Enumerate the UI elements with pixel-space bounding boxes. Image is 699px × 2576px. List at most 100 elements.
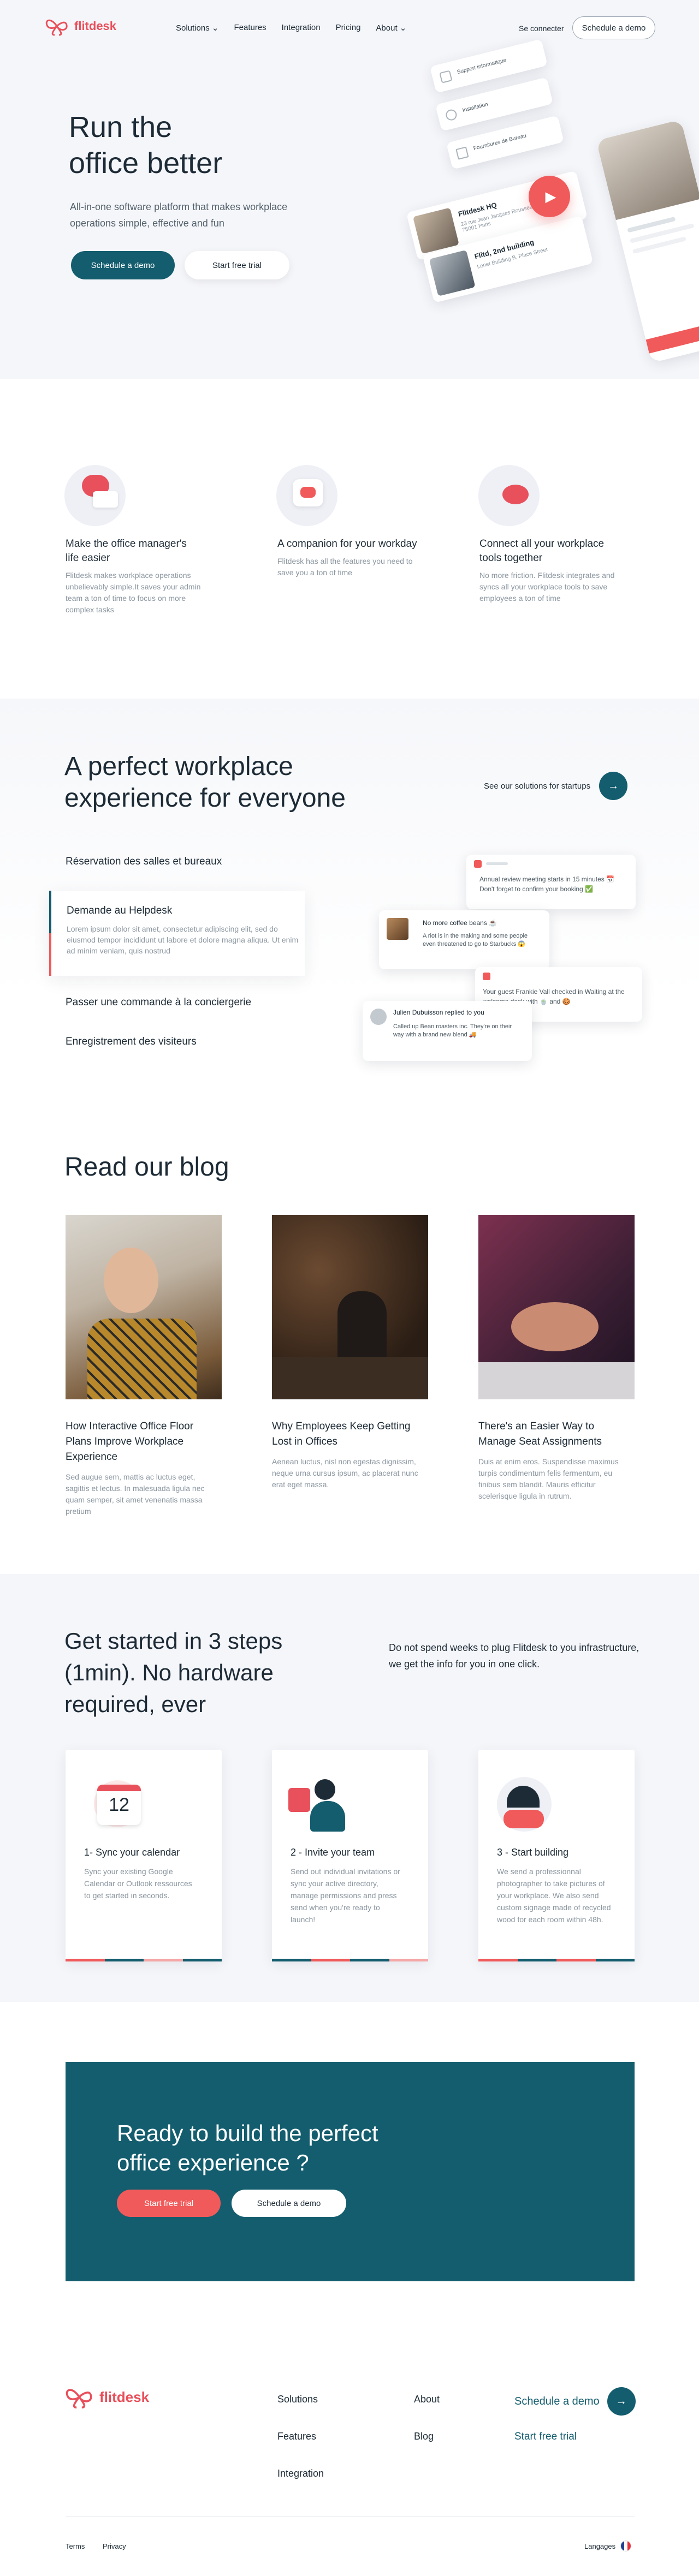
mock-menu-label: Installation	[461, 101, 489, 114]
blog-post-title: Why Employees Keep Getting Lost in Offic…	[272, 1421, 411, 1447]
step-text: We send a professionnal photographer to …	[497, 1867, 611, 1924]
footer-logo[interactable]: flitdesk	[63, 2384, 149, 2410]
badge-icon	[483, 973, 490, 980]
footer-link-about[interactable]: About	[414, 2394, 440, 2405]
step-text: Sync your existing Google Calendar or Ou…	[84, 1867, 192, 1900]
coffee-photo	[387, 918, 408, 940]
calendar-day: 12	[109, 1794, 129, 1815]
logo-icon	[45, 19, 68, 36]
mock-menu-label: Support informatique	[456, 57, 507, 76]
plug-icon	[502, 485, 529, 504]
active-indicator	[49, 891, 51, 976]
footer-link-integration[interactable]: Integration	[277, 2468, 324, 2479]
notification-card-coffee: No more coffee beans ☕ A riot is in the …	[379, 910, 549, 969]
brand-name: flitdesk	[74, 19, 117, 33]
nav-integration[interactable]: Integration	[282, 23, 321, 33]
footer-privacy[interactable]: Privacy	[103, 2542, 126, 2550]
nav-about-label: About	[376, 23, 398, 33]
arrow-right-icon: →	[607, 2387, 636, 2416]
nav-about[interactable]: About ⌄	[376, 23, 406, 33]
hands	[511, 1302, 599, 1351]
chevron-down-icon: ⌄	[211, 23, 219, 33]
blog-post-title: How Interactive Office Floor Plans Impro…	[66, 1421, 194, 1463]
cta-demo-button[interactable]: Schedule a demo	[232, 2190, 346, 2217]
room-photo	[429, 249, 476, 296]
footer-link-solutions[interactable]: Solutions	[277, 2394, 318, 2405]
blog-post-3[interactable]: There's an Easier Way to Manage Seat Ass…	[478, 1419, 627, 1502]
workplace-item-helpdesk-active[interactable]: Demande au Helpdesk Lorem ipsum dolor si…	[49, 891, 305, 976]
brand-logo[interactable]: flitdesk	[44, 15, 116, 37]
footer-demo-link[interactable]: Schedule a demo →	[514, 2387, 636, 2416]
feature-title: Connect all your workplace tools togethe…	[479, 538, 605, 564]
blog-image-2[interactable]	[272, 1215, 428, 1399]
person-body	[87, 1319, 197, 1399]
step-card-3: 3 - Start building We send a professionn…	[478, 1750, 635, 1961]
footer-divider	[66, 2516, 635, 2517]
nav-demo-button[interactable]: Schedule a demo	[572, 16, 655, 39]
login-link[interactable]: Se connecter	[519, 24, 564, 33]
hero-title-line1: Run the	[69, 111, 173, 144]
hero-demo-button[interactable]: Schedule a demo	[71, 251, 175, 279]
top-nav: flitdesk Solutions ⌄ Features Integratio…	[0, 0, 699, 58]
footer-terms[interactable]: Terms	[66, 2542, 85, 2550]
blog-image-3[interactable]	[478, 1215, 635, 1399]
footer-link-features[interactable]: Features	[277, 2431, 316, 2442]
desk	[478, 1362, 635, 1399]
feature-title: Make the office manager's life easier	[66, 538, 187, 564]
calendar-icon: 12	[97, 1785, 141, 1825]
wrench-icon	[445, 108, 458, 122]
arrow-right-icon: →	[599, 772, 628, 800]
workplace-item-concierge[interactable]: Passer une commande à la conciergerie	[66, 997, 251, 1009]
workplace-title-line2: experience for everyone	[64, 784, 346, 813]
hero-trial-button[interactable]: Start free trial	[185, 251, 289, 279]
workplace-item-helpdesk-text: Lorem ipsum dolor sit amet, consectetur …	[67, 925, 299, 955]
startups-link[interactable]: See our solutions for startups →	[484, 772, 628, 800]
feature-text: No more friction. Flitdesk integrates an…	[479, 571, 615, 603]
nav-solutions[interactable]: Solutions ⌄	[176, 23, 218, 33]
workplace-item-helpdesk-label: Demande au Helpdesk	[67, 905, 173, 916]
nav-solutions-label: Solutions	[176, 23, 210, 33]
person-head-icon	[315, 1779, 335, 1800]
blog-post-2[interactable]: Why Employees Keep Getting Lost in Offic…	[272, 1419, 426, 1490]
workplace-item-rooms[interactable]: Réservation des salles et bureaux	[66, 856, 222, 868]
table	[272, 1357, 428, 1399]
startups-link-label: See our solutions for startups	[484, 781, 591, 791]
step-title: 1- Sync your calendar	[84, 1847, 180, 1858]
logo-icon	[66, 2389, 92, 2408]
step-title: 3 - Start building	[497, 1847, 569, 1858]
nav-links: Solutions ⌄ Features Integration Pricing…	[176, 23, 406, 33]
chat-card-icon	[93, 491, 118, 508]
feature-text: Flitdesk makes workplace operations unbe…	[66, 571, 201, 614]
workplace-item-visitors[interactable]: Enregistrement des visiteurs	[66, 1036, 197, 1048]
nav-pricing[interactable]: Pricing	[336, 23, 361, 33]
notification-text: A riot is in the making and some people …	[423, 933, 528, 947]
person-face	[104, 1248, 158, 1313]
step-card-1: 12 1- Sync your calendar Sync your exist…	[66, 1750, 222, 1961]
nav-features[interactable]: Features	[234, 23, 266, 33]
person-silhouette	[337, 1291, 387, 1357]
play-button[interactable]: ▶	[529, 176, 570, 217]
blog-post-excerpt: Sed augue sem, mattis ac luctus eget, sa…	[66, 1472, 205, 1516]
step-title: 2 - Invite your team	[291, 1847, 375, 1858]
step-card-2: 2 - Invite your team Send out individual…	[272, 1750, 428, 1961]
photographer-icon	[503, 1810, 544, 1828]
language-selector[interactable]: Langages	[584, 2541, 631, 2551]
footer-trial-link[interactable]: Start free trial	[514, 2431, 577, 2443]
footer-link-blog[interactable]: Blog	[414, 2431, 434, 2442]
cta-trial-button[interactable]: Start free trial	[117, 2190, 221, 2217]
notification-card-reply: Julien Dubuisson replied to you Called u…	[363, 1001, 532, 1061]
robot-icon	[293, 479, 323, 506]
cta-banner: Ready to build the perfect office experi…	[66, 2062, 635, 2281]
notif-line	[486, 862, 508, 865]
blog-image-1[interactable]	[66, 1215, 222, 1399]
feature-card-1: Make the office manager's life easier Fl…	[66, 537, 202, 616]
envelope-icon	[288, 1788, 310, 1812]
feature-card-3: Connect all your workplace tools togethe…	[479, 537, 628, 604]
blog-post-1[interactable]: How Interactive Office Floor Plans Impro…	[66, 1419, 218, 1517]
feature-card-2: A companion for your workday Flitdesk ha…	[277, 537, 420, 579]
step-bar	[272, 1959, 428, 1961]
play-icon: ▶	[545, 188, 556, 205]
brand-name: flitdesk	[99, 2388, 150, 2405]
room-photo	[412, 207, 459, 254]
chevron-down-icon: ⌄	[399, 23, 407, 33]
